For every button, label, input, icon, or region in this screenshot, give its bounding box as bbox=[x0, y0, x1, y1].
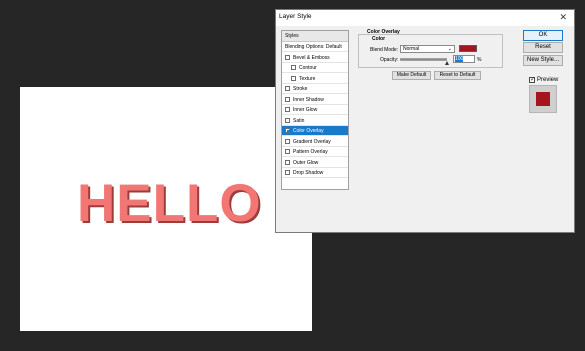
style-checkbox[interactable] bbox=[285, 149, 290, 154]
opacity-slider-handle[interactable] bbox=[444, 61, 449, 65]
style-checkbox[interactable] bbox=[285, 159, 290, 165]
styles-panel: Styles Blending Options: Default Bevel & … bbox=[281, 30, 349, 190]
opacity-input[interactable]: 100 bbox=[453, 55, 475, 63]
style-item-label: Texture bbox=[299, 75, 316, 82]
style-item-satin[interactable]: Satin bbox=[282, 116, 348, 126]
style-item-label: Bevel & Emboss bbox=[293, 54, 330, 61]
style-item-pattern-overlay[interactable]: Pattern Overlay bbox=[282, 147, 348, 157]
blend-mode-value: Normal bbox=[403, 46, 420, 52]
reset-button[interactable]: Reset bbox=[523, 42, 563, 53]
overlay-color-swatch[interactable] bbox=[459, 45, 477, 52]
document-canvas: HELLO bbox=[20, 87, 312, 331]
style-item-label: Satin bbox=[293, 117, 305, 124]
style-item-blending-options-default[interactable]: Blending Options: Default bbox=[282, 42, 348, 52]
style-item-label: Stroke bbox=[293, 86, 308, 92]
opacity-unit: % bbox=[477, 57, 482, 63]
style-item-label: Inner Glow bbox=[293, 107, 318, 113]
layer-style-dialog: Layer Style ✕ Styles Blending Options: D… bbox=[275, 9, 575, 233]
style-item-bevel-emboss[interactable]: Bevel & Emboss bbox=[282, 53, 348, 63]
style-checkbox[interactable] bbox=[285, 86, 290, 91]
make-default-button[interactable]: Make Default bbox=[392, 71, 431, 80]
style-item-label: Outer Glow bbox=[293, 159, 319, 166]
blend-mode-label: Blend Mode: bbox=[370, 47, 399, 53]
style-checkbox[interactable] bbox=[285, 170, 290, 175]
reset-to-default-button[interactable]: Reset to Default bbox=[434, 71, 481, 80]
style-item-label: Gradient Overlay bbox=[293, 138, 331, 145]
style-item-inner-glow[interactable]: Inner Glow bbox=[282, 105, 348, 115]
style-item-texture[interactable]: Texture bbox=[282, 74, 348, 84]
close-icon[interactable]: ✕ bbox=[559, 12, 567, 22]
dialog-title: Layer Style bbox=[279, 13, 312, 20]
ok-button[interactable]: OK bbox=[523, 30, 563, 41]
style-item-label: Blending Options: Default bbox=[285, 44, 342, 50]
style-item-label: Contour bbox=[299, 65, 317, 71]
style-checkbox[interactable] bbox=[291, 75, 296, 81]
dialog-titlebar: Layer Style ✕ bbox=[276, 10, 574, 26]
style-checkbox[interactable] bbox=[285, 117, 290, 123]
style-item-label: Pattern Overlay bbox=[293, 149, 328, 155]
preview-checkbox[interactable] bbox=[529, 76, 535, 83]
style-checkbox[interactable] bbox=[285, 107, 290, 112]
color-subgroup-title: Color bbox=[372, 36, 386, 42]
opacity-label: Opacity: bbox=[380, 57, 399, 63]
preview-thumbnail bbox=[529, 85, 557, 113]
preview-swatch bbox=[536, 92, 550, 106]
style-item-label: Color Overlay bbox=[293, 128, 324, 134]
style-checkbox[interactable] bbox=[291, 65, 296, 70]
style-item-drop-shadow[interactable]: Drop Shadow bbox=[282, 168, 348, 178]
style-item-outer-glow[interactable]: Outer Glow bbox=[282, 158, 348, 168]
style-item-inner-shadow[interactable]: Inner Shadow bbox=[282, 95, 348, 105]
styles-header[interactable]: Styles bbox=[282, 31, 348, 42]
style-item-color-overlay[interactable]: Color Overlay bbox=[282, 126, 348, 136]
blend-mode-select[interactable]: Normal ⌄ bbox=[400, 45, 455, 53]
style-item-gradient-overlay[interactable]: Gradient Overlay bbox=[282, 137, 348, 147]
style-checkbox[interactable] bbox=[285, 138, 290, 144]
style-item-contour[interactable]: Contour bbox=[282, 63, 348, 73]
style-checkbox[interactable] bbox=[285, 54, 290, 60]
opacity-slider-fill bbox=[401, 59, 446, 60]
chevron-down-icon: ⌄ bbox=[447, 46, 452, 52]
style-item-label: Drop Shadow bbox=[293, 170, 324, 176]
style-checkbox[interactable] bbox=[285, 128, 290, 133]
style-item-stroke[interactable]: Stroke bbox=[282, 84, 348, 94]
new-style-button[interactable]: New Style... bbox=[523, 55, 563, 66]
hello-text-layer: HELLO bbox=[77, 174, 262, 233]
style-checkbox[interactable] bbox=[285, 96, 290, 102]
opacity-value: 100 bbox=[455, 56, 464, 62]
styles-header-label: Styles bbox=[285, 33, 299, 39]
opacity-slider[interactable] bbox=[400, 58, 447, 61]
preview-label: Preview bbox=[537, 77, 559, 83]
style-item-label: Inner Shadow bbox=[293, 96, 324, 103]
